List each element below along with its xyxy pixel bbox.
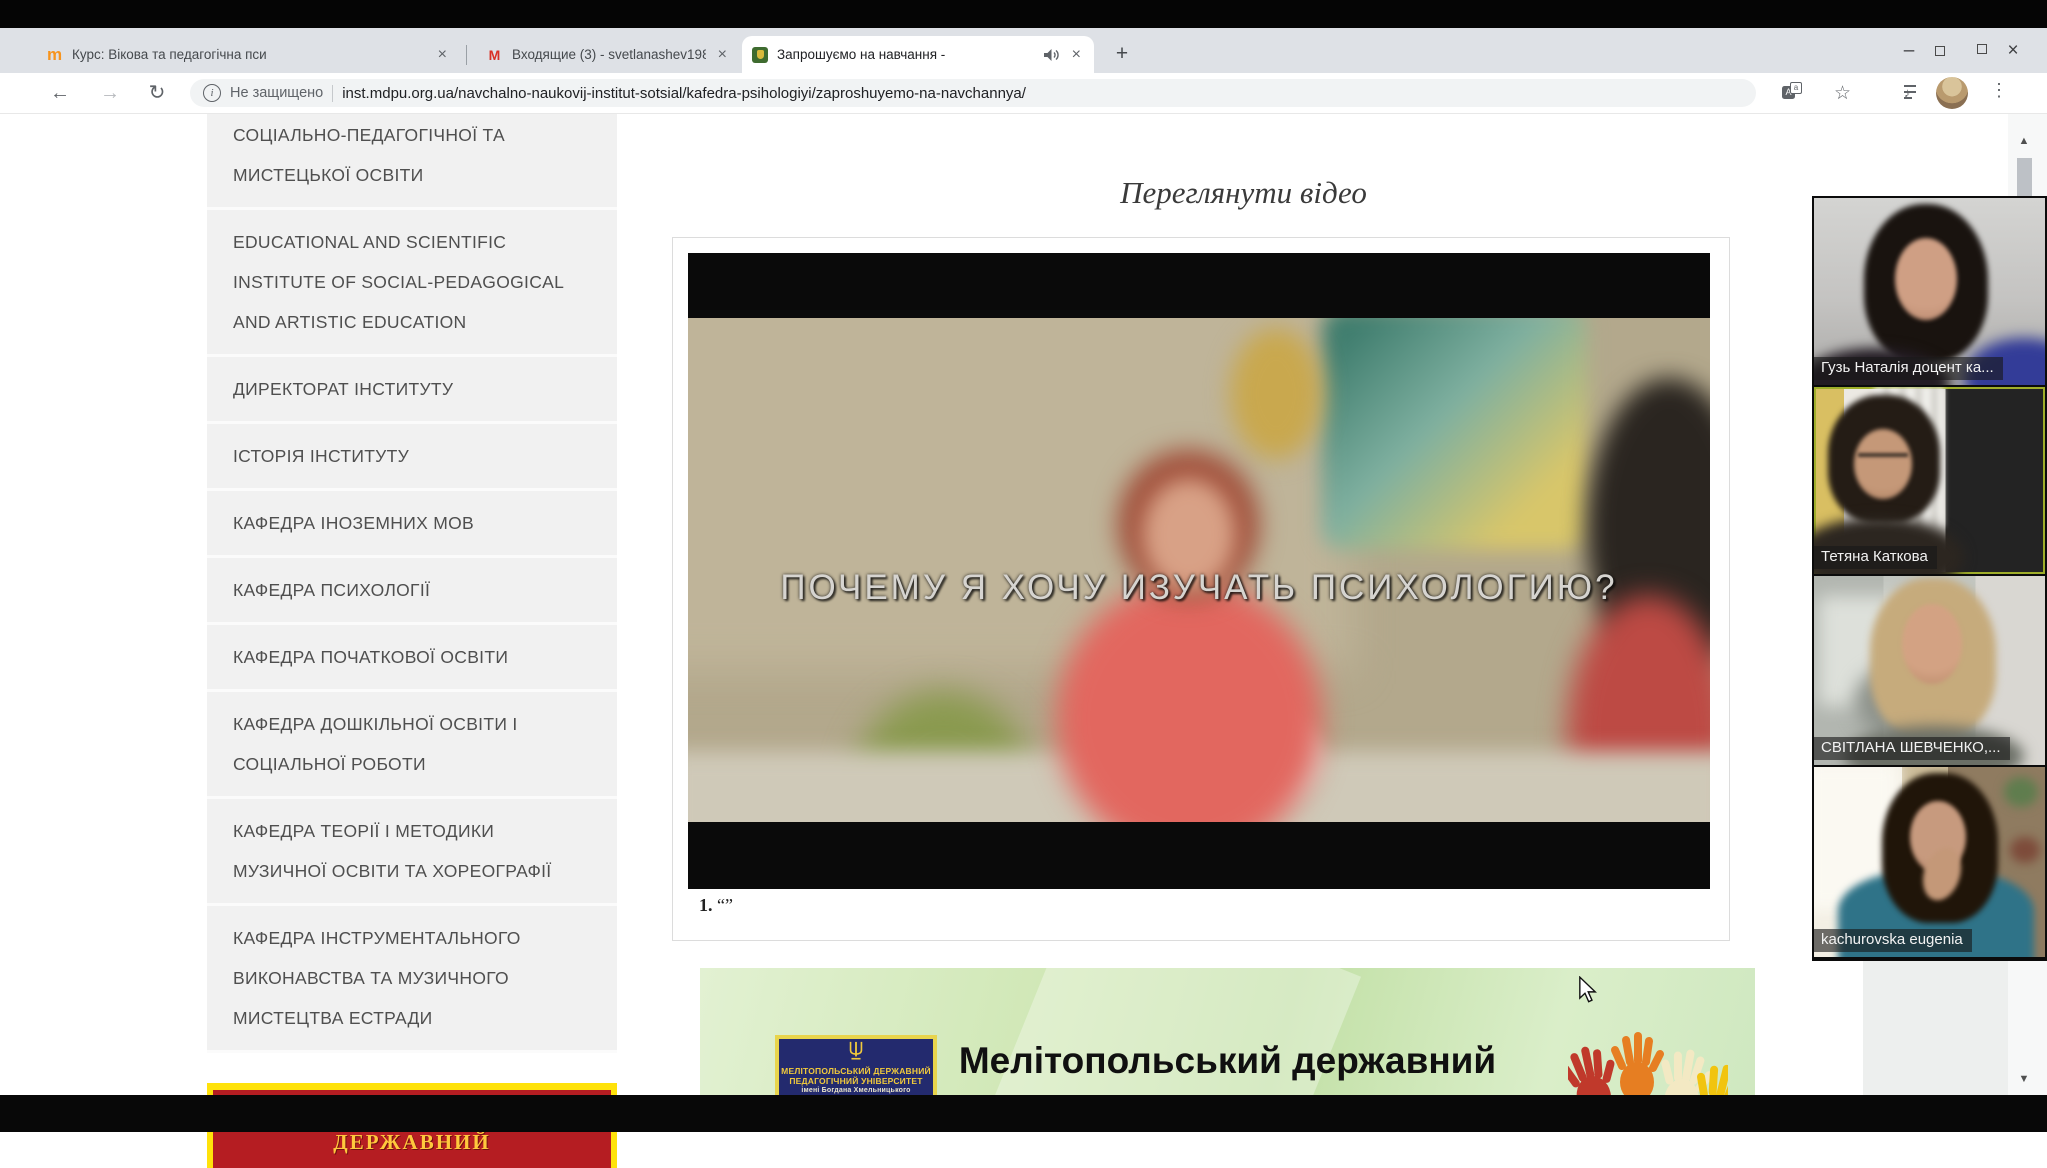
screen-recording-frame: m Курс: Вікова та педагогічна пси × M Вх… (0, 0, 2047, 1168)
close-tab-icon[interactable]: × (1069, 46, 1084, 64)
forward-button[interactable]: → (96, 79, 124, 107)
security-label: Не защищено (230, 85, 323, 101)
numbered-list-item: 1. “” (699, 895, 733, 916)
sidebar-item-preschool-education[interactable]: КАФЕДРА ДОШКІЛЬНОЇ ОСВІТИ І СОЦІАЛЬНОЇ Р… (207, 692, 617, 799)
close-window-button[interactable]: × (1987, 40, 2039, 62)
video-caption: ПОЧЕМУ Я ХОЧУ ИЗУЧАТЬ ПСИХОЛОГИЮ? (688, 568, 1710, 608)
sidebar-item-foreign-languages[interactable]: КАФЕДРА ІНОЗЕМНИХ МОВ (207, 491, 617, 558)
scroll-down-icon[interactable]: ▼ (2017, 1073, 2031, 1085)
profile-avatar[interactable] (1936, 77, 1968, 109)
video-player[interactable]: ПОЧЕМУ Я ХОЧУ ИЗУЧАТЬ ПСИХОЛОГИЮ? (688, 253, 1710, 889)
letterbox-bottom-bar (0, 1095, 2047, 1132)
video-picture-frame-2 (1230, 328, 1322, 459)
scroll-up-icon[interactable]: ▲ (2017, 135, 2031, 147)
sidebar-item-instrumental-performance[interactable]: КАФЕДРА ІНСТРУМЕНТАЛЬНОГО ВИКОНАВСТВА ТА… (207, 906, 617, 1053)
back-button[interactable]: ← (46, 79, 74, 107)
video-frame: ПОЧЕМУ Я ХОЧУ ИЗУЧАТЬ ПСИХОЛОГИЮ? (688, 318, 1710, 822)
video-picture-frame (1322, 318, 1588, 550)
letterbox-top-bar (0, 0, 2047, 28)
url-text: inst.mdpu.org.ua/navchalno-naukovij-inst… (342, 85, 1026, 102)
tab-divider (466, 45, 467, 65)
minimize-button[interactable]: – (1883, 40, 1935, 62)
close-tab-icon[interactable]: × (715, 46, 730, 64)
participant-glasses (1858, 453, 1908, 469)
tab-strip: m Курс: Вікова та педагогічна пси × M Вх… (0, 28, 2047, 73)
sidebar-item-music-theory[interactable]: КАФЕДРА ТЕОРІЇ І МЕТОДИКИ МУЗИЧНОЇ ОСВІТ… (207, 799, 617, 906)
participant-name-label: СВІТЛАНА ШЕВЧЕНКО,... (1814, 737, 2010, 760)
tab-moodle-course[interactable]: m Курс: Вікова та педагогічна пси × (36, 36, 460, 73)
window-controls: – × (1883, 28, 2039, 73)
sidebar-item-institute-ua[interactable]: СОЦІАЛЬНО-ПЕДАГОГІЧНОЇ ТА МИСТЕЦЬКОЇ ОСВ… (207, 113, 617, 210)
gmail-icon: M (486, 46, 503, 63)
sidebar-menu: СОЦІАЛЬНО-ПЕДАГОГІЧНОЇ ТА МИСТЕЦЬКОЇ ОСВ… (207, 113, 617, 1168)
sidebar-item-institute-en[interactable]: EDUCATIONAL AND SCIENTIFIC INSTITUTE OF … (207, 210, 617, 357)
participant-shelf-object (2004, 777, 2038, 807)
tab-gmail-inbox[interactable]: M Входящие (3) - svetlanashev198 × (476, 36, 740, 73)
zoom-participants-panel: Гузь Наталія доцент ка... Тетяна Каткова… (1812, 196, 2047, 961)
tab-title: Запрошуємо на навчання - (777, 47, 1034, 62)
participant-name-label: Гузь Наталія доцент ка... (1814, 357, 2003, 380)
translate-icon[interactable]: A a (1782, 82, 1802, 102)
scrollbar-thumb[interactable] (2017, 158, 2032, 200)
moodle-icon: m (46, 46, 63, 63)
tab-audio-speaker-icon[interactable] (1043, 48, 1060, 62)
participant-tile-guz-natalia[interactable]: Гузь Наталія доцент ка... (1814, 198, 2045, 385)
site-info-icon[interactable]: i (203, 84, 221, 102)
participant-name-label: kachurovska eugenia (1814, 929, 1972, 952)
bookmark-star-icon[interactable]: ☆ (1834, 82, 1851, 105)
address-bar[interactable]: i Не защищено inst.mdpu.org.ua/navchalno… (190, 79, 1756, 107)
participant-tile-kachurovska-eugenia[interactable]: kachurovska eugenia (1814, 767, 2045, 957)
browser-toolbar: ← → ↻ i Не защищено inst.mdpu.org.ua/nav… (0, 73, 2047, 114)
sidebar-item-psychology[interactable]: КАФЕДРА ПСИХОЛОГІЇ (207, 558, 617, 625)
browser-menu-icon[interactable]: ⋮ (1990, 80, 2008, 101)
participant-face (1902, 604, 1962, 684)
close-tab-icon[interactable]: × (435, 46, 450, 64)
participant-shelf-object (2010, 837, 2040, 863)
participant-tile-svitlana-shevchenko[interactable]: СВІТЛАНА ШЕВЧЕНКО,... (1814, 576, 2045, 765)
tab-active-invitation-page[interactable]: Запрошуємо на навчання - × (742, 36, 1094, 73)
webpage-viewport: СОЦІАЛЬНО-ПЕДАГОГІЧНОЇ ТА МИСТЕЦЬКОЇ ОСВ… (0, 113, 2047, 1095)
list-quotes: “” (717, 895, 733, 915)
new-tab-button[interactable]: + (1108, 40, 1136, 68)
page-title: Переглянути відео (672, 175, 1815, 211)
sidebar-item-directorate[interactable]: ДИРЕКТОРАТ ІНСТИТУТУ (207, 357, 617, 424)
participant-name-label: Тетяна Каткова (1814, 546, 1937, 569)
url-divider (332, 85, 333, 102)
content-card: ПОЧЕМУ Я ХОЧУ ИЗУЧАТЬ ПСИХОЛОГИЮ? (672, 237, 1730, 941)
tab-title: Курс: Вікова та педагогічна пси (72, 47, 426, 62)
tab-title: Входящие (3) - svetlanashev198 (512, 47, 706, 62)
university-favicon-icon (752, 47, 768, 63)
participant-tile-tetyana-katkova[interactable]: Тетяна Каткова (1814, 387, 2045, 574)
restore-button[interactable] (1935, 40, 1987, 62)
list-marker: 1. (699, 895, 713, 915)
participant-face (1895, 238, 1957, 320)
sidebar-item-primary-education[interactable]: КАФЕДРА ПОЧАТКОВОЇ ОСВІТИ (207, 625, 617, 692)
playlist-extension-icon[interactable]: ♪ (1904, 84, 1926, 101)
sidebar-item-history[interactable]: ІСТОРІЯ ІНСТИТУТУ (207, 424, 617, 491)
mouse-cursor (1578, 976, 1598, 1009)
reload-button[interactable]: ↻ (143, 79, 171, 107)
